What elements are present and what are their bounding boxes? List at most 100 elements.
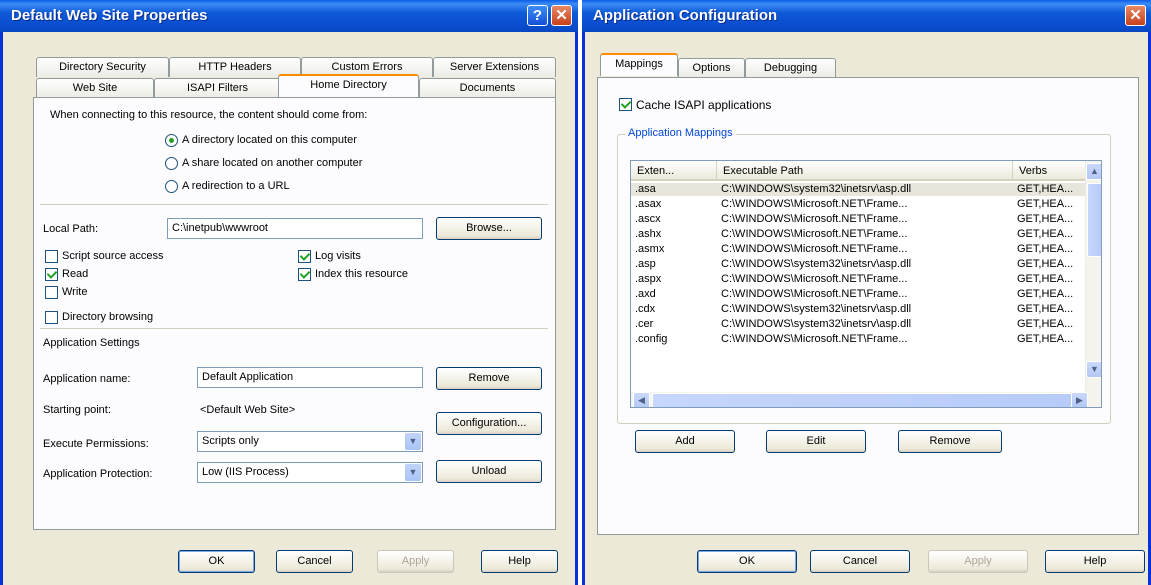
apply-button[interactable]: Apply bbox=[928, 550, 1028, 573]
scroll-down-icon[interactable]: ▼ bbox=[1086, 361, 1101, 378]
tab-documents[interactable]: Documents bbox=[419, 78, 556, 98]
remove-button[interactable]: Remove bbox=[436, 367, 542, 390]
cell-path: C:\WINDOWS\Microsoft.NET\Frame... bbox=[721, 198, 908, 210]
tab-web-site[interactable]: Web Site bbox=[36, 78, 154, 98]
cell-verbs: GET,HEA... bbox=[1017, 183, 1074, 195]
cell-verbs: GET,HEA... bbox=[1017, 213, 1074, 225]
unload-button[interactable]: Unload bbox=[436, 460, 542, 483]
tab-server-extensions[interactable]: Server Extensions bbox=[433, 57, 556, 77]
checkbox-script-source-access[interactable] bbox=[45, 250, 58, 263]
table-row[interactable]: .axd C:\WINDOWS\Microsoft.NET\Frame... GET… bbox=[631, 288, 1101, 301]
scroll-right-icon[interactable]: ▶ bbox=[1071, 392, 1088, 407]
properties-titlebar[interactable]: Default Web Site Properties ? ✕ bbox=[0, 0, 578, 32]
execute-permissions-label: Execute Permissions: bbox=[43, 438, 149, 450]
tab-mappings[interactable]: Mappings bbox=[600, 53, 678, 76]
directory-browsing-label: Directory browsing bbox=[62, 311, 154, 323]
remove-mapping-button[interactable]: Remove bbox=[898, 430, 1002, 453]
application-protection-select[interactable]: Low (IIS Process) ▼ bbox=[197, 462, 423, 483]
list-header: Exten... Executable Path Verbs bbox=[631, 161, 1101, 181]
chevron-down-icon[interactable]: ▼ bbox=[405, 464, 421, 481]
edit-mapping-button[interactable]: Edit bbox=[766, 430, 866, 453]
application-protection-label: Application Protection: bbox=[43, 468, 153, 480]
help-button[interactable]: Help bbox=[1045, 550, 1145, 573]
cell-path: C:\WINDOWS\Microsoft.NET\Frame... bbox=[721, 228, 908, 240]
tab-directory-security[interactable]: Directory Security bbox=[36, 57, 169, 77]
radio-url-redirection[interactable] bbox=[165, 180, 178, 193]
cell-extension: .ascx bbox=[635, 213, 661, 225]
browse-button[interactable]: Browse... bbox=[436, 217, 542, 240]
index-resource-label: Index this resource bbox=[315, 268, 408, 280]
table-row[interactable]: .asp C:\WINDOWS\system32\inetsrv\asp.dll G… bbox=[631, 258, 1101, 271]
cell-extension: .asax bbox=[635, 198, 662, 210]
apply-button[interactable]: Apply bbox=[377, 550, 454, 573]
checkbox-index-resource[interactable] bbox=[298, 268, 311, 281]
checkbox-log-visits[interactable] bbox=[298, 250, 311, 263]
horizontal-scroll-thumb[interactable] bbox=[652, 393, 1072, 407]
read-label: Read bbox=[62, 268, 89, 280]
table-row[interactable]: .cdx C:\WINDOWS\system32\inetsrv\asp.dll G… bbox=[631, 303, 1101, 316]
app-config-dialog: Application Configuration ✕ Mappings Opt… bbox=[582, 0, 1151, 585]
mappings-panel: Cache ISAPI applications Application Map… bbox=[597, 77, 1139, 535]
local-path-label: Local Path: bbox=[43, 223, 99, 235]
app-config-titlebar[interactable]: Application Configuration ✕ bbox=[582, 0, 1151, 32]
checkbox-directory-browsing[interactable] bbox=[45, 311, 58, 324]
cell-path: C:\WINDOWS\Microsoft.NET\Frame... bbox=[721, 243, 908, 255]
cell-verbs: GET,HEA... bbox=[1017, 333, 1074, 345]
radio-network-share[interactable] bbox=[165, 157, 178, 170]
mappings-list[interactable]: Exten... Executable Path Verbs .asa C:\WI… bbox=[630, 160, 1102, 408]
cell-extension: .axd bbox=[635, 288, 656, 300]
help-button[interactable]: Help bbox=[481, 550, 558, 573]
configuration-button[interactable]: Configuration... bbox=[436, 412, 542, 435]
ok-button[interactable]: OK bbox=[178, 550, 255, 573]
column-header-extension[interactable]: Exten... bbox=[631, 161, 717, 181]
vertical-scroll-thumb[interactable] bbox=[1087, 183, 1101, 257]
help-icon[interactable]: ? bbox=[527, 5, 548, 26]
app-name-label: Application name: bbox=[43, 373, 131, 385]
tab-options[interactable]: Options bbox=[678, 58, 745, 78]
table-row[interactable]: .cer C:\WINDOWS\system32\inetsrv\asp.dll G… bbox=[631, 318, 1101, 331]
vertical-scrollbar[interactable]: ▲ ▼ bbox=[1085, 161, 1101, 392]
checkbox-read[interactable] bbox=[45, 268, 58, 281]
radio-local-directory[interactable] bbox=[165, 134, 178, 147]
app-name-input[interactable]: Default Application bbox=[197, 367, 423, 388]
chevron-down-icon[interactable]: ▼ bbox=[405, 433, 421, 450]
cell-verbs: GET,HEA... bbox=[1017, 318, 1074, 330]
cell-verbs: GET,HEA... bbox=[1017, 228, 1074, 240]
tab-home-directory[interactable]: Home Directory bbox=[278, 74, 419, 97]
cache-isapi-label: Cache ISAPI applications bbox=[636, 98, 772, 112]
intro-text: When connecting to this resource, the co… bbox=[50, 109, 368, 121]
table-row[interactable]: .ascx C:\WINDOWS\Microsoft.NET\Frame... GE… bbox=[631, 213, 1101, 226]
cell-path: C:\WINDOWS\system32\inetsrv\asp.dll bbox=[721, 183, 912, 195]
scroll-left-icon[interactable]: ◀ bbox=[633, 392, 650, 407]
table-row[interactable]: .asax C:\WINDOWS\Microsoft.NET\Frame... GE… bbox=[631, 198, 1101, 211]
cell-path: C:\WINDOWS\system32\inetsrv\asp.dll bbox=[721, 303, 912, 315]
column-header-path[interactable]: Executable Path bbox=[717, 161, 1013, 181]
checkbox-cache-isapi[interactable] bbox=[619, 98, 632, 111]
starting-point-value: <Default Web Site> bbox=[200, 404, 296, 416]
table-row[interactable]: .aspx C:\WINDOWS\Microsoft.NET\Frame... GE… bbox=[631, 273, 1101, 286]
close-icon[interactable]: ✕ bbox=[551, 5, 572, 26]
divider bbox=[40, 204, 548, 205]
ok-button[interactable]: OK bbox=[697, 550, 797, 573]
scroll-up-icon[interactable]: ▲ bbox=[1086, 163, 1101, 180]
starting-point-label: Starting point: bbox=[43, 404, 111, 416]
log-visits-label: Log visits bbox=[315, 250, 361, 262]
table-row[interactable]: .ashx C:\WINDOWS\Microsoft.NET\Frame... GE… bbox=[631, 228, 1101, 241]
checkbox-write[interactable] bbox=[45, 286, 58, 299]
table-row[interactable]: .asa C:\WINDOWS\system32\inetsrv\asp.dll G… bbox=[631, 183, 1101, 196]
cell-extension: .config bbox=[635, 333, 668, 345]
cancel-button[interactable]: Cancel bbox=[810, 550, 910, 573]
table-row[interactable]: .asmx C:\WINDOWS\Microsoft.NET\Frame... GE… bbox=[631, 243, 1101, 256]
horizontal-scrollbar[interactable]: ◀ ▶ bbox=[631, 392, 1101, 407]
local-path-input[interactable]: C:\inetpub\wwwroot bbox=[167, 218, 423, 239]
tab-debugging[interactable]: Debugging bbox=[745, 58, 836, 78]
cell-extension: .asp bbox=[635, 258, 656, 270]
add-mapping-button[interactable]: Add bbox=[635, 430, 735, 453]
close-icon[interactable]: ✕ bbox=[1125, 5, 1146, 26]
cell-extension: .cer bbox=[635, 318, 654, 330]
table-row[interactable]: .config C:\WINDOWS\Microsoft.NET\Frame...… bbox=[631, 333, 1101, 346]
execute-permissions-select[interactable]: Scripts only ▼ bbox=[197, 431, 423, 452]
cancel-button[interactable]: Cancel bbox=[276, 550, 353, 573]
tab-isapi-filters[interactable]: ISAPI Filters bbox=[154, 78, 281, 98]
script-source-access-label: Script source access bbox=[62, 250, 164, 262]
